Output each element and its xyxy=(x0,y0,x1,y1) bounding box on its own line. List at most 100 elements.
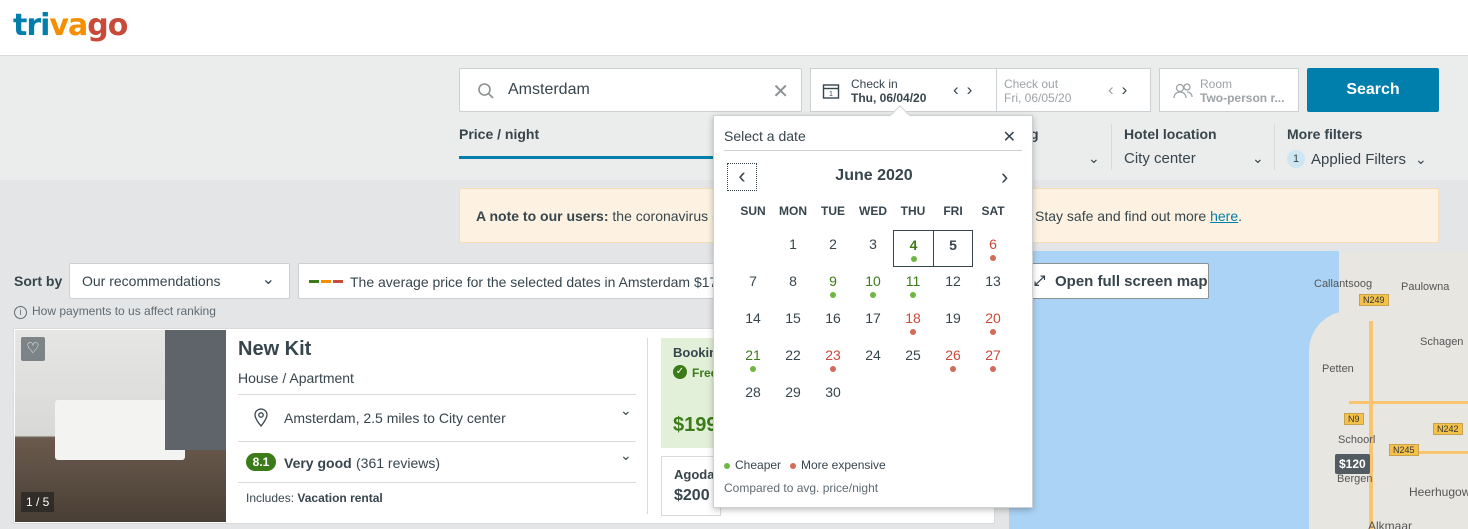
hotel-location-label: Hotel location xyxy=(1124,126,1217,142)
price-slider-track[interactable] xyxy=(459,156,713,159)
chevron-right-icon[interactable]: › xyxy=(1122,80,1136,99)
check-in-field[interactable]: 1 Check in Thu, 06/04/20 ‹› xyxy=(810,68,997,112)
expensive-dot xyxy=(910,329,916,335)
calendar-day[interactable]: 2 xyxy=(813,230,853,267)
calendar-day[interactable]: 13 xyxy=(973,267,1013,304)
chevron-left-icon[interactable]: ‹ xyxy=(1108,80,1122,99)
calendar-day[interactable]: 7 xyxy=(733,267,773,304)
expensive-dot xyxy=(790,462,796,469)
close-icon[interactable]: ✕ xyxy=(1003,127,1016,147)
calendar-day[interactable]: 22 xyxy=(773,341,813,378)
room-value: Two-person r... xyxy=(1200,91,1285,105)
destination-search-input[interactable]: Amsterdam ✕ xyxy=(459,68,802,112)
sort-select[interactable]: Our recommendations ⌄ xyxy=(69,263,290,299)
price-filter-label[interactable]: Price / night xyxy=(459,126,539,142)
payments-note-text: How payments to us affect ranking xyxy=(32,304,216,318)
calendar-day[interactable]: 8 xyxy=(773,267,813,304)
cheaper-dot xyxy=(750,366,756,372)
curtain xyxy=(165,330,226,450)
day-number: 26 xyxy=(945,347,961,363)
average-price-info: The average price for the selected dates… xyxy=(298,263,718,299)
chevron-down-icon[interactable]: ⌄ xyxy=(620,447,632,464)
map-label: Schoorl xyxy=(1338,434,1376,446)
calendar-day[interactable]: 12 xyxy=(933,267,973,304)
calendar-day[interactable]: 21 xyxy=(733,341,773,378)
calendar-day[interactable]: 26 xyxy=(933,341,973,378)
heart-icon[interactable]: ♡ xyxy=(21,337,45,361)
notice-bold: A note to our users: xyxy=(476,208,609,224)
hotel-name[interactable]: New Kit xyxy=(238,338,311,361)
map-price-pin[interactable]: $120 xyxy=(1335,454,1370,474)
calendar-day[interactable]: 23 xyxy=(813,341,853,378)
divider xyxy=(647,338,648,514)
calendar-day[interactable]: 3 xyxy=(853,230,893,267)
includes-value: Vacation rental xyxy=(297,491,383,505)
day-number: 29 xyxy=(785,384,801,400)
payments-note[interactable]: i How payments to us affect ranking xyxy=(14,304,216,319)
open-full-screen-map-button[interactable]: ⤢ Open full screen map xyxy=(1025,263,1209,299)
calendar-day[interactable]: 1 xyxy=(773,230,813,267)
search-icon xyxy=(478,83,494,99)
chevron-right-icon[interactable]: › xyxy=(967,80,981,99)
calendar-day[interactable]: 11 xyxy=(893,267,933,304)
calendar-day[interactable]: 20 xyxy=(973,304,1013,341)
notice-here-link[interactable]: here xyxy=(1210,208,1238,224)
day-number: 22 xyxy=(785,347,801,363)
check-out-field[interactable]: Check out Fri, 06/05/20 ‹› xyxy=(996,68,1151,112)
weekday-header: SAT xyxy=(981,204,1005,218)
applied-filters-value[interactable]: Applied Filters xyxy=(1311,151,1406,168)
calendar-day[interactable]: 18 xyxy=(893,304,933,341)
weekday-header: WED xyxy=(859,204,887,218)
chevron-down-icon[interactable]: ⌄ xyxy=(1252,150,1264,167)
divider xyxy=(238,441,636,442)
calendar-day[interactable]: 25 xyxy=(893,341,933,378)
calendar-day[interactable]: 30 xyxy=(813,378,853,415)
check-in-label: Check in xyxy=(851,77,898,91)
day-number: 30 xyxy=(825,384,841,400)
hotel-location-value[interactable]: City center xyxy=(1124,150,1196,167)
price-red-bar xyxy=(333,280,343,283)
next-month-button[interactable]: › xyxy=(1001,164,1008,190)
date-picker: Select a date ✕ ‹ June 2020 › SUN MON TUE W… xyxy=(713,115,1033,508)
search-button[interactable]: Search xyxy=(1307,68,1439,112)
calendar-day[interactable]: 5 xyxy=(933,230,973,267)
map-button-label: Open full screen map xyxy=(1055,273,1208,290)
cheaper-dot xyxy=(724,462,730,469)
check-in-arrows[interactable]: ‹› xyxy=(953,80,980,100)
calendar-day[interactable]: 24 xyxy=(853,341,893,378)
day-number: 5 xyxy=(949,237,957,253)
calendar-day[interactable]: 15 xyxy=(773,304,813,341)
calendar-day[interactable]: 27 xyxy=(973,341,1013,378)
review-count[interactable]: (361 reviews) xyxy=(356,455,440,471)
second-deal-box[interactable]: Agoda $200 xyxy=(661,456,721,516)
includes: Includes: Vacation rental xyxy=(246,491,383,505)
day-number: 24 xyxy=(865,347,881,363)
day-number: 11 xyxy=(905,273,921,289)
sort-by-label: Sort by xyxy=(14,273,63,289)
calendar-day[interactable]: 19 xyxy=(933,304,973,341)
check-out-label: Check out xyxy=(1004,77,1059,91)
day-number: 1 xyxy=(789,236,797,252)
calendar-day[interactable]: 17 xyxy=(853,304,893,341)
chevron-down-icon[interactable]: ⌄ xyxy=(1088,150,1100,167)
clear-icon[interactable]: ✕ xyxy=(772,79,789,104)
calendar-day[interactable]: 6 xyxy=(973,230,1013,267)
calendar-day[interactable]: 16 xyxy=(813,304,853,341)
calendar-day[interactable]: 29 xyxy=(773,378,813,415)
chevron-left-icon[interactable]: ‹ xyxy=(953,80,967,99)
calendar-day[interactable]: 9 xyxy=(813,267,853,304)
chevron-down-icon[interactable]: ⌄ xyxy=(1415,151,1427,168)
chevron-down-icon[interactable]: ⌄ xyxy=(620,402,632,419)
top-deal-box[interactable]: Bookin ✓ Free $199 xyxy=(661,338,721,448)
map-label: Heerhugow xyxy=(1409,485,1468,499)
room-field[interactable]: Room Two-person r... xyxy=(1159,68,1299,112)
calendar-day[interactable]: 10 xyxy=(853,267,893,304)
calendar-day[interactable]: 4 xyxy=(893,230,933,267)
day-number: 28 xyxy=(745,384,761,400)
check-out-arrows[interactable]: ‹› xyxy=(1108,80,1135,100)
trivago-logo[interactable]: trivago xyxy=(13,8,128,44)
deal-price: $199 xyxy=(673,414,718,436)
calendar-day[interactable]: 14 xyxy=(733,304,773,341)
room-label: Room xyxy=(1200,77,1233,91)
calendar-day[interactable]: 28 xyxy=(733,378,773,415)
